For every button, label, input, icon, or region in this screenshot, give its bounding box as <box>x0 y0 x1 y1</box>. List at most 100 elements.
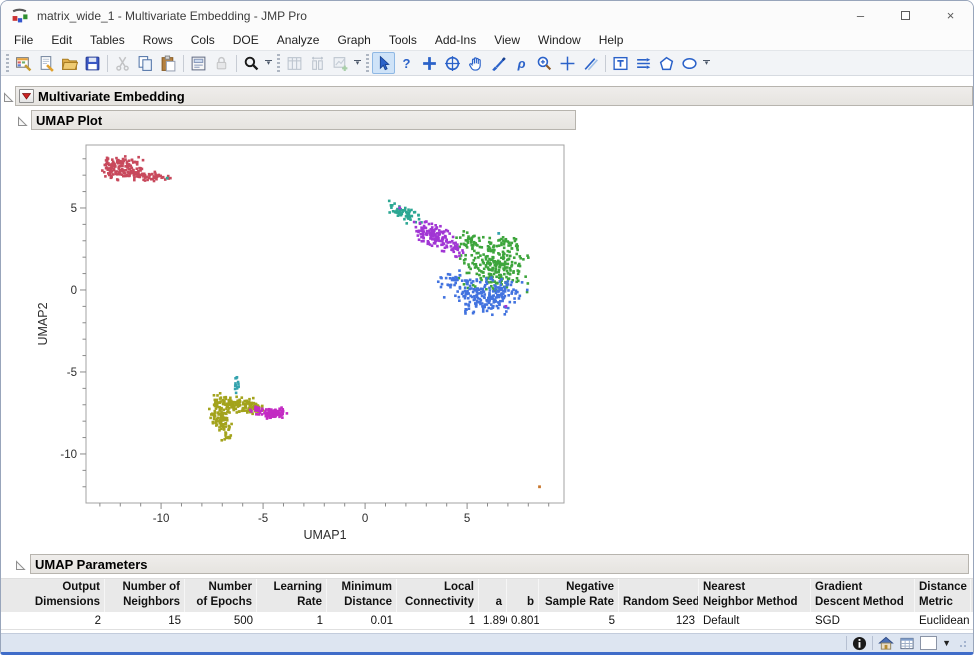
cluster-teal[interactable] <box>414 211 417 214</box>
cluster-green[interactable] <box>495 275 498 278</box>
cluster-red[interactable] <box>112 161 115 164</box>
selection-tool-button[interactable] <box>418 52 441 74</box>
cluster-green[interactable] <box>470 254 473 257</box>
cluster-blue[interactable] <box>507 289 510 292</box>
cluster-red[interactable] <box>124 158 127 161</box>
cluster-red[interactable] <box>105 159 108 162</box>
cluster-olive[interactable] <box>209 417 212 420</box>
cluster-blue[interactable] <box>476 287 479 290</box>
menu-rows[interactable]: Rows <box>134 30 182 50</box>
cluster-green[interactable] <box>514 262 517 265</box>
cluster-purple[interactable] <box>457 247 460 250</box>
cluster-blue[interactable] <box>513 297 516 300</box>
cluster-green[interactable] <box>491 269 494 272</box>
cluster-green[interactable] <box>474 242 477 245</box>
cluster-blue[interactable] <box>514 292 517 295</box>
cluster-green[interactable] <box>504 263 507 266</box>
cluster-green[interactable] <box>482 275 485 278</box>
umap-scatter-plot[interactable]: -10-505-10-505UMAP1UMAP2 <box>31 135 576 555</box>
cluster-red[interactable] <box>110 166 113 169</box>
cluster-blue[interactable] <box>493 284 496 287</box>
cluster-olive[interactable] <box>213 394 216 397</box>
cluster-teal[interactable] <box>407 217 410 220</box>
cluster-green[interactable] <box>497 271 500 274</box>
cluster-purple[interactable] <box>436 245 439 248</box>
cluster-purple[interactable] <box>434 234 437 237</box>
cluster-olive[interactable] <box>225 407 228 410</box>
cluster-olive[interactable] <box>220 439 223 442</box>
cluster-red[interactable] <box>106 157 109 160</box>
cluster-teal[interactable] <box>404 209 407 212</box>
cluster-green[interactable] <box>482 262 485 265</box>
cluster-green[interactable] <box>513 256 516 259</box>
cluster-blue[interactable] <box>459 287 462 290</box>
cluster-green[interactable] <box>516 277 519 280</box>
cluster-red[interactable] <box>105 162 108 165</box>
cluster-green[interactable] <box>510 265 513 268</box>
cluster-purple[interactable] <box>431 223 434 226</box>
cluster-blue[interactable] <box>462 291 465 294</box>
cluster-teal[interactable] <box>418 218 421 221</box>
cluster-green[interactable] <box>455 236 458 239</box>
cluster-purple[interactable] <box>431 238 434 241</box>
cluster-green[interactable] <box>472 284 475 287</box>
cluster-purple[interactable] <box>434 240 437 243</box>
cluster-green[interactable] <box>473 235 476 238</box>
cluster-blue[interactable] <box>507 280 510 283</box>
resize-grip[interactable] <box>959 638 969 648</box>
disclosure-triangle[interactable] <box>15 558 26 569</box>
menu-analyze[interactable]: Analyze <box>268 30 329 50</box>
cluster-red[interactable] <box>104 175 107 178</box>
cluster-green[interactable] <box>511 261 514 264</box>
cluster-red[interactable] <box>137 170 140 173</box>
cluster-red[interactable] <box>126 166 129 169</box>
cluster-red[interactable] <box>132 169 135 172</box>
cluster-purple[interactable] <box>442 236 445 239</box>
cluster-magenta[interactable] <box>274 414 277 417</box>
cluster-green[interactable] <box>509 273 512 276</box>
cluster-blue[interactable] <box>489 289 492 292</box>
cluster-green[interactable] <box>505 276 508 279</box>
cluster-olive[interactable] <box>222 403 225 406</box>
cluster-olive[interactable] <box>213 416 216 419</box>
cluster-purple[interactable] <box>417 231 420 234</box>
cluster-green[interactable] <box>463 283 466 286</box>
cluster-blue[interactable] <box>492 297 495 300</box>
cluster-teal[interactable] <box>393 202 396 205</box>
cluster-red[interactable] <box>157 175 160 178</box>
cluster-magenta[interactable] <box>264 415 267 418</box>
cluster-green[interactable] <box>491 249 494 252</box>
cluster-purple[interactable] <box>445 238 448 241</box>
cluster-blue[interactable] <box>519 295 522 298</box>
cluster-green[interactable] <box>502 258 505 261</box>
cluster-green[interactable] <box>496 245 499 248</box>
cluster-blue[interactable] <box>498 280 501 283</box>
cluster-magenta[interactable] <box>249 409 252 412</box>
cluster-red[interactable] <box>114 170 117 173</box>
cluster-green[interactable] <box>479 254 482 257</box>
cluster-blue[interactable] <box>467 303 470 306</box>
cluster-blue[interactable] <box>467 280 470 283</box>
cluster-blue[interactable] <box>503 313 506 316</box>
cluster-cyan-strip[interactable] <box>235 392 238 395</box>
cluster-blue[interactable] <box>487 297 490 300</box>
cluster-green[interactable] <box>466 231 469 234</box>
cluster-red[interactable] <box>101 169 104 172</box>
new-journal-button[interactable] <box>35 52 58 74</box>
cluster-blue[interactable] <box>494 288 497 291</box>
toolbar-overflow-button[interactable]: ▾ <box>354 60 361 67</box>
new-data-table-button[interactable] <box>12 52 35 74</box>
cluster-red[interactable] <box>118 167 121 170</box>
cluster-green[interactable] <box>515 280 518 283</box>
cluster-green[interactable] <box>503 273 506 276</box>
cluster-purple[interactable] <box>448 232 451 235</box>
cluster-olive[interactable] <box>215 419 218 422</box>
cluster-olive[interactable] <box>223 396 226 399</box>
cluster-green[interactable] <box>475 263 478 266</box>
cluster-teal[interactable] <box>408 214 411 217</box>
cluster-olive[interactable] <box>249 403 252 406</box>
cluster-purple[interactable] <box>423 230 426 233</box>
cluster-green[interactable] <box>500 244 503 247</box>
cluster-green[interactable] <box>498 274 501 277</box>
cluster-olive[interactable] <box>220 407 223 410</box>
